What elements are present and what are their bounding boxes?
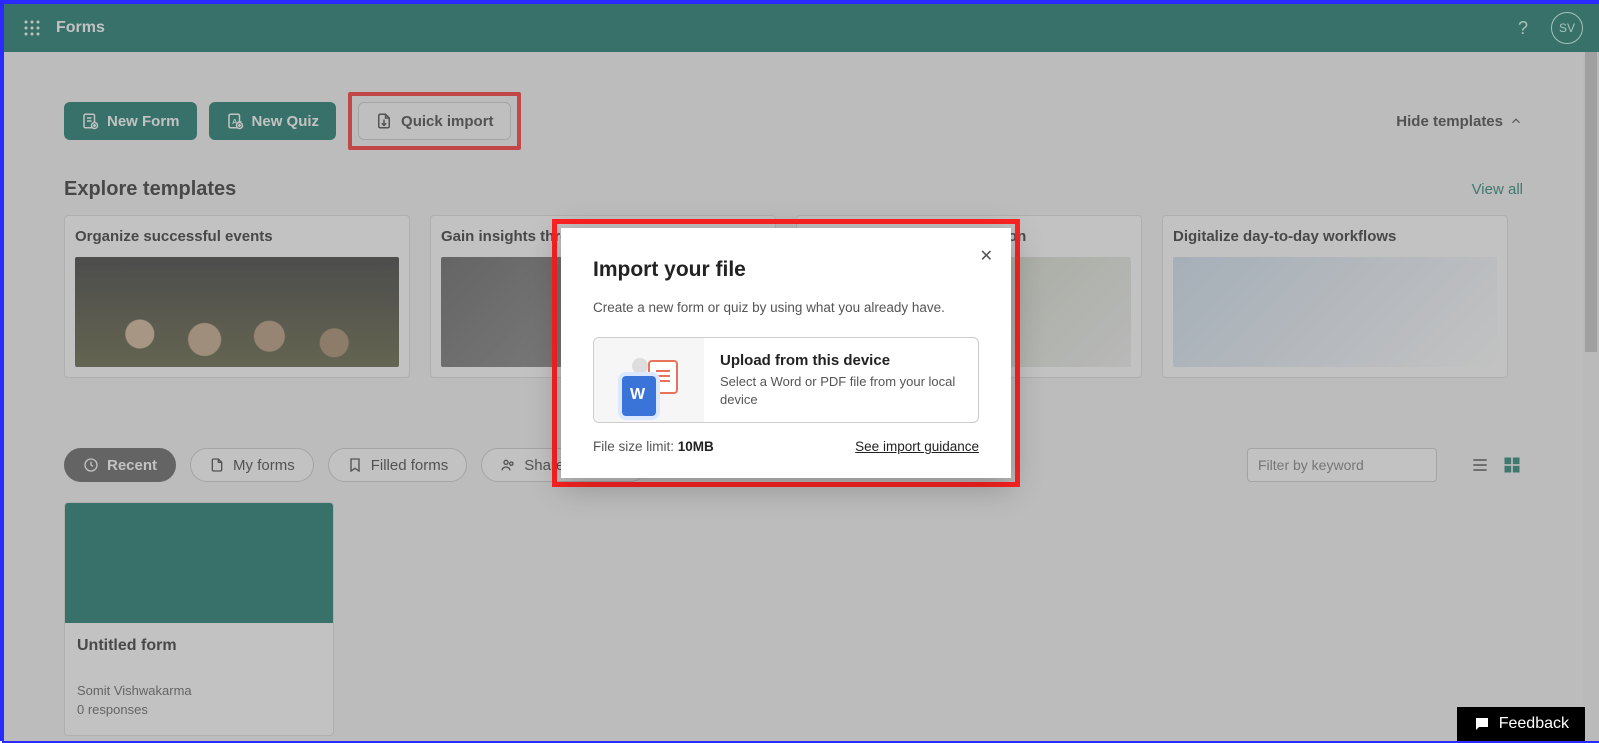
feedback-label: Feedback <box>1499 715 1569 733</box>
import-modal: ✕ Import your file Create a new form or … <box>561 228 1011 478</box>
upload-from-device[interactable]: Upload from this device Select a Word or… <box>593 337 979 423</box>
feedback-button[interactable]: Feedback <box>1457 707 1585 741</box>
modal-subtitle: Create a new form or quiz by using what … <box>593 300 979 315</box>
close-icon[interactable]: ✕ <box>980 246 993 266</box>
file-size-limit: File size limit: 10MB <box>593 439 714 454</box>
chat-icon <box>1473 715 1491 733</box>
upload-subtitle: Select a Word or PDF file from your loca… <box>720 373 962 408</box>
upload-illustration <box>594 338 704 422</box>
modal-title: Import your file <box>593 258 979 282</box>
upload-title: Upload from this device <box>720 352 962 369</box>
import-guidance-link[interactable]: See import guidance <box>855 439 979 454</box>
modal-highlight: ✕ Import your file Create a new form or … <box>552 219 1020 487</box>
